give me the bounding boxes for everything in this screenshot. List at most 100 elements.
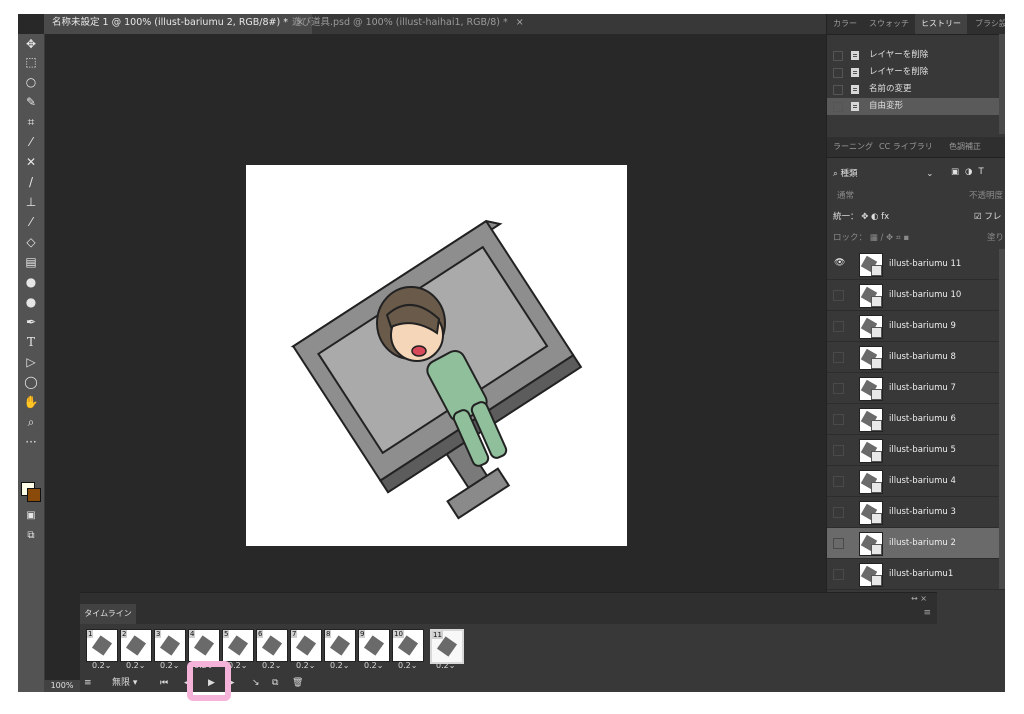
- history-source-checkbox[interactable]: [833, 85, 843, 95]
- tab-history[interactable]: ヒストリー: [915, 14, 967, 34]
- stamp-icon[interactable]: ⊥: [21, 194, 41, 210]
- document-canvas[interactable]: [246, 165, 627, 546]
- unify-visibility-icon[interactable]: ◐: [871, 212, 878, 222]
- timeline-frame[interactable]: 10: [392, 629, 424, 662]
- type-icon[interactable]: T: [21, 334, 41, 350]
- screen-mode-icon[interactable]: ⧉: [21, 528, 41, 544]
- timeline-frame[interactable]: 4: [188, 629, 220, 662]
- zoom-level[interactable]: 100%: [44, 680, 80, 692]
- eye-icon[interactable]: 👁: [834, 259, 845, 268]
- quick-select-icon[interactable]: ✎: [21, 94, 41, 110]
- timeline-frame[interactable]: 3: [154, 629, 186, 662]
- visibility-toggle[interactable]: [833, 352, 844, 363]
- lock-paint-icon[interactable]: /: [880, 233, 883, 243]
- layer-row[interactable]: illust-bariumu 3: [827, 497, 1005, 528]
- doc-tab-inactive[interactable]: 遊び道具.psd @ 100% (illust-haihai1, RGB/8) …: [284, 14, 532, 34]
- timeline-frame[interactable]: 7: [290, 629, 322, 662]
- timeline-frame[interactable]: 5: [222, 629, 254, 662]
- layer-row[interactable]: illust-bariumu 9: [827, 311, 1005, 342]
- frame-delay[interactable]: 0.2⌄: [296, 661, 315, 670]
- delete-frame-icon[interactable]: 🗑: [292, 673, 303, 692]
- frame-delay[interactable]: 0.2⌄: [262, 661, 281, 670]
- lasso-icon[interactable]: ○: [21, 74, 41, 90]
- timeline-frame[interactable]: 2: [120, 629, 152, 662]
- timeline-frame-selected[interactable]: 11: [430, 629, 464, 664]
- history-source-checkbox[interactable]: [833, 51, 843, 61]
- tab-timeline[interactable]: タイムライン: [80, 604, 136, 624]
- history-item[interactable]: 名前の変更: [827, 81, 1005, 98]
- tab-color[interactable]: カラー: [833, 14, 857, 34]
- tab-swatches[interactable]: スウォッチ: [869, 14, 909, 34]
- type-filter-icon[interactable]: T: [978, 167, 989, 177]
- layer-row[interactable]: illust-bariumu 10: [827, 280, 1005, 311]
- layer-row[interactable]: illust-bariumu 8: [827, 342, 1005, 373]
- healing-icon[interactable]: ✕: [21, 154, 41, 170]
- brush-icon[interactable]: /: [21, 174, 41, 190]
- visibility-toggle[interactable]: [833, 569, 844, 580]
- history-scrollbar[interactable]: [999, 34, 1005, 134]
- history-source-checkbox[interactable]: [833, 68, 843, 78]
- lock-position-icon[interactable]: ✥: [886, 233, 893, 243]
- image-filter-icon[interactable]: ▣: [951, 167, 965, 177]
- layer-row-selected[interactable]: illust-bariumu 2: [827, 528, 1005, 559]
- first-frame-icon[interactable]: ⏮: [160, 673, 168, 692]
- visibility-toggle[interactable]: [833, 321, 844, 332]
- eyedropper-icon[interactable]: ⁄: [21, 134, 41, 150]
- tab-adjustments[interactable]: 色調補正: [949, 137, 981, 157]
- frame-delay[interactable]: 0.2⌄: [364, 661, 383, 670]
- visibility-toggle[interactable]: [833, 476, 844, 487]
- visibility-toggle[interactable]: [833, 538, 844, 549]
- unify-style-icon[interactable]: fx: [881, 212, 889, 222]
- duplicate-frame-icon[interactable]: ⧉: [272, 673, 278, 692]
- layer-filter[interactable]: ⌕ 種類 ⌄: [833, 167, 933, 179]
- frame-delay[interactable]: 0.2⌄: [330, 661, 349, 670]
- layer-row[interactable]: illust-bariumu 7: [827, 373, 1005, 404]
- propagate-frame-checkbox[interactable]: ☑ フレ: [974, 210, 1001, 222]
- frame-delay[interactable]: 0.2⌄: [398, 661, 417, 670]
- visibility-toggle[interactable]: [833, 290, 844, 301]
- visibility-toggle[interactable]: [833, 445, 844, 456]
- frame-delay[interactable]: 0.2⌄: [92, 661, 111, 670]
- adjustment-filter-icon[interactable]: ◑: [965, 167, 978, 177]
- eraser-icon[interactable]: ◇: [21, 234, 41, 250]
- frame-delay[interactable]: 0.2⌄: [436, 661, 455, 670]
- convert-icon[interactable]: ≡: [84, 673, 92, 692]
- layers-scrollbar[interactable]: [999, 249, 1005, 589]
- frame-delay[interactable]: 0.2⌄: [126, 661, 145, 670]
- history-item[interactable]: レイヤーを削除: [827, 64, 1005, 81]
- blend-mode-select[interactable]: 通常: [837, 189, 854, 201]
- visibility-toggle[interactable]: [833, 414, 844, 425]
- unify-position-icon[interactable]: ✥: [861, 212, 868, 222]
- frame-delay[interactable]: 0.2⌄: [160, 661, 179, 670]
- gradient-icon[interactable]: ▤: [21, 254, 41, 270]
- zoom-icon[interactable]: ⌕: [21, 414, 41, 430]
- tab-brush-settings[interactable]: ブラシ設: [975, 14, 1005, 34]
- blur-icon[interactable]: ●: [21, 274, 41, 290]
- layer-row[interactable]: illust-bariumu 6: [827, 404, 1005, 435]
- panel-menu-icon[interactable]: ≡: [923, 608, 931, 618]
- tween-icon[interactable]: ↘: [252, 673, 260, 692]
- history-source-checkbox[interactable]: [833, 102, 843, 112]
- lock-artboard-icon[interactable]: ⌗: [896, 233, 901, 243]
- layer-row[interactable]: 👁 illust-bariumu 11: [827, 249, 1005, 280]
- collapse-close-icon[interactable]: ↔ ×: [911, 594, 927, 603]
- pen-icon[interactable]: ✒: [21, 314, 41, 330]
- history-item-selected[interactable]: 自由変形: [827, 98, 1005, 115]
- tab-learning[interactable]: ラーニング: [833, 137, 873, 157]
- visibility-toggle[interactable]: [833, 507, 844, 518]
- visibility-toggle[interactable]: [833, 383, 844, 394]
- marquee-icon[interactable]: ⬚: [21, 54, 41, 70]
- timeline-frame[interactable]: 8: [324, 629, 356, 662]
- background-color-swatch[interactable]: [27, 488, 41, 502]
- layer-row[interactable]: illust-bariumu 4: [827, 466, 1005, 497]
- lock-all-icon[interactable]: ▪: [903, 233, 909, 243]
- timeline-frame[interactable]: 1: [86, 629, 118, 662]
- dodge-icon[interactable]: ●: [21, 294, 41, 310]
- path-select-icon[interactable]: ▷: [21, 354, 41, 370]
- move-icon[interactable]: ✥: [21, 36, 41, 52]
- more-icon[interactable]: ···: [21, 434, 41, 450]
- layer-row[interactable]: illust-bariumu1: [827, 559, 1005, 590]
- crop-icon[interactable]: ⌗: [21, 114, 41, 130]
- timeline-frame[interactable]: 9: [358, 629, 390, 662]
- hand-icon[interactable]: ✋: [21, 394, 41, 410]
